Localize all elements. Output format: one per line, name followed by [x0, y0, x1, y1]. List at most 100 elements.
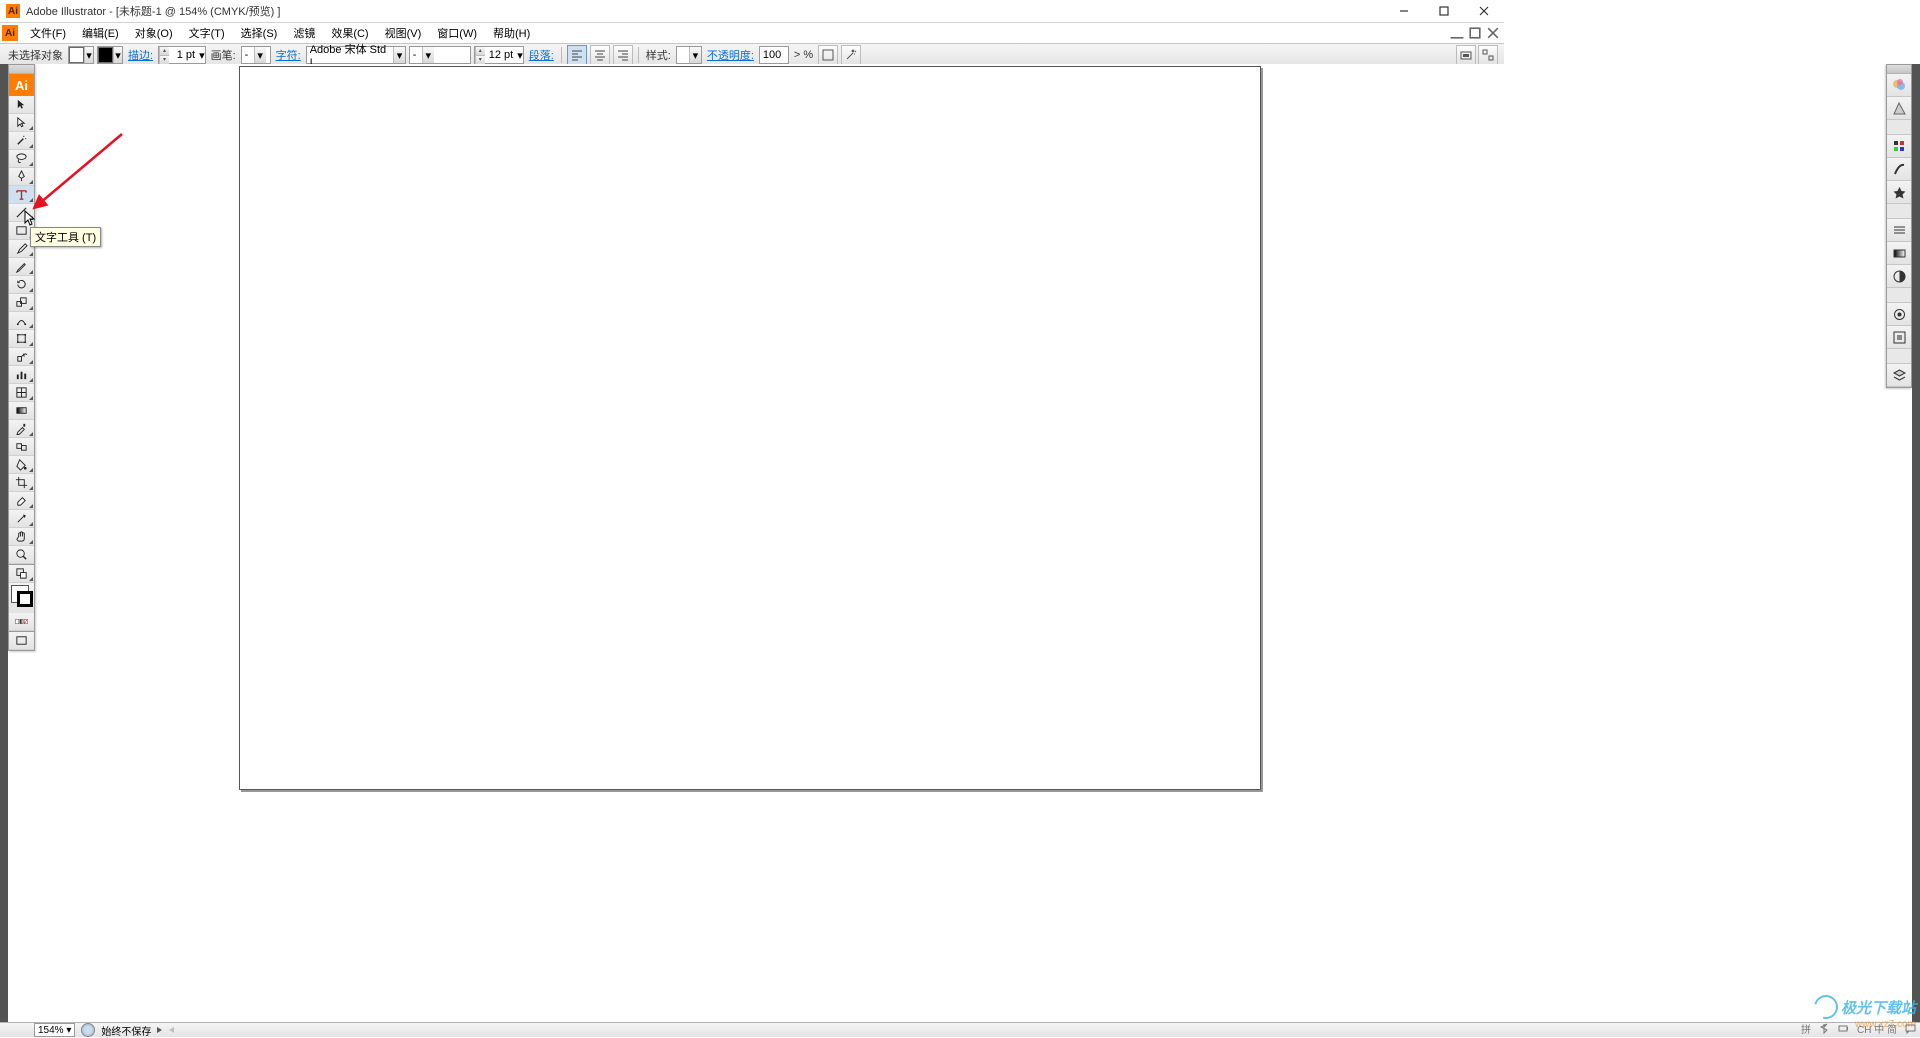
right-dock-rail[interactable] [1912, 64, 1920, 1023]
document-setup-button[interactable] [1456, 45, 1476, 65]
opacity-link[interactable]: 不透明度: [705, 47, 756, 63]
mouse-cursor [24, 210, 38, 228]
window-title: Adobe Illustrator - [未标题-1 @ 154% (CMYK/… [26, 3, 1384, 19]
type-tool[interactable] [9, 186, 34, 204]
artboard-tool[interactable] [9, 565, 34, 583]
menu-select[interactable]: 选择(S) [233, 23, 286, 43]
opacity-input[interactable]: 100 [759, 46, 789, 64]
mesh-tool[interactable] [9, 384, 34, 402]
symbol-sprayer-tool[interactable] [9, 348, 34, 366]
color-mode-row[interactable] [9, 613, 34, 631]
rotate-tool[interactable] [9, 276, 34, 294]
watermark-logo-icon [1810, 991, 1843, 1024]
menu-view[interactable]: 视图(V) [377, 23, 430, 43]
screen-mode-button[interactable] [9, 632, 34, 650]
align-right-button[interactable] [613, 45, 633, 65]
font-family-combo[interactable]: Adobe 宋体 Std L▾ [306, 46, 406, 64]
tray-bluetooth-icon[interactable] [1819, 1023, 1830, 1034]
doc-minimize-button[interactable] [1449, 25, 1465, 41]
tray-notification-icon[interactable] [1905, 1023, 1916, 1034]
symbols-panel-button[interactable] [1887, 181, 1911, 204]
tray-battery-icon[interactable] [1838, 1023, 1849, 1034]
eyedropper-tool[interactable] [9, 420, 34, 438]
canvas[interactable] [34, 64, 1886, 1023]
character-link[interactable]: 字符: [274, 47, 303, 63]
brush-combo[interactable]: -▾ [241, 46, 271, 64]
toolbox-grip[interactable] [9, 65, 34, 74]
pen-tool[interactable] [9, 168, 34, 186]
stroke-swatch-combo[interactable]: ▾ [97, 46, 123, 64]
eraser-tool[interactable] [9, 492, 34, 510]
zoom-tool[interactable] [9, 546, 34, 564]
menu-file[interactable]: 文件(F) [22, 23, 74, 43]
warp-tool[interactable] [9, 312, 34, 330]
color-guide-panel-button[interactable] [1887, 97, 1911, 120]
menu-object[interactable]: 对象(O) [127, 23, 181, 43]
menu-window[interactable]: 窗口(W) [429, 23, 485, 43]
preferences-button[interactable] [1478, 45, 1498, 65]
isolate-blending-button[interactable] [818, 45, 838, 65]
lasso-tool[interactable] [9, 150, 34, 168]
magic-wand-tool[interactable] [9, 132, 34, 150]
font-style-combo[interactable]: -▾ [409, 46, 471, 64]
menu-filter[interactable]: 滤镜 [285, 23, 323, 43]
scale-tool[interactable] [9, 294, 34, 312]
font-size-input[interactable]: ▴▾12 pt▾ [474, 46, 524, 64]
fill-stroke-control[interactable] [9, 583, 34, 613]
layers-panel-button[interactable] [1887, 364, 1911, 387]
minimize-button[interactable] [1384, 0, 1424, 22]
align-center-button[interactable] [590, 45, 610, 65]
menu-type[interactable]: 文字(T) [181, 23, 233, 43]
brush-label: 画笔: [209, 47, 238, 63]
selection-tool[interactable] [9, 96, 34, 114]
pencil-tool[interactable] [9, 258, 34, 276]
appearance-panel-button[interactable] [1887, 303, 1911, 326]
toolbox: Ai [8, 64, 35, 651]
left-dock-rail[interactable] [0, 64, 8, 1023]
align-left-button[interactable] [567, 45, 587, 65]
swatches-panel-button[interactable] [1887, 135, 1911, 158]
stroke-weight-input[interactable]: ▴▾1 pt▾ [158, 46, 206, 64]
close-button[interactable] [1464, 0, 1504, 22]
live-paint-bucket-tool[interactable] [9, 456, 34, 474]
transparency-panel-button[interactable] [1887, 265, 1911, 288]
fill-swatch-combo[interactable]: ▾ [68, 46, 94, 64]
free-transform-tool[interactable] [9, 330, 34, 348]
tray-ime-icon[interactable]: 拼 [1801, 1021, 1811, 1036]
zoom-level-combo[interactable]: 154% ▾ [34, 1023, 75, 1037]
gradient-panel-button[interactable] [1887, 242, 1911, 265]
doc-close-button[interactable] [1485, 25, 1501, 41]
column-graph-tool[interactable] [9, 366, 34, 384]
direct-selection-tool[interactable] [9, 114, 34, 132]
tray-lang-indicator[interactable]: CH 中 简 [1857, 1021, 1897, 1036]
opacity-unit: > % [792, 49, 815, 61]
version-cue-icon[interactable] [81, 1023, 95, 1037]
stroke-link[interactable]: 描边: [126, 47, 155, 63]
color-panel-button[interactable] [1887, 74, 1911, 97]
menu-effect[interactable]: 效果(C) [323, 23, 376, 43]
blend-tool[interactable] [9, 438, 34, 456]
graphic-styles-panel-button[interactable] [1887, 326, 1911, 349]
menu-app-icon[interactable]: Ai [2, 25, 18, 41]
brushes-panel-button[interactable] [1887, 158, 1911, 181]
gradient-tool[interactable] [9, 402, 34, 420]
menu-edit[interactable]: 编辑(E) [74, 23, 127, 43]
type-tool-tooltip: 文字工具 (T) [30, 227, 101, 247]
slice-tool[interactable] [9, 510, 34, 528]
app-icon: Ai [6, 4, 20, 18]
status-bar: 154% ▾ 始终不保存 [0, 1022, 1920, 1037]
magic-wand-button[interactable] [841, 45, 861, 65]
artboard [239, 66, 1261, 790]
style-label: 样式: [644, 47, 673, 63]
crop-area-tool[interactable] [9, 474, 34, 492]
doc-restore-button[interactable] [1467, 25, 1483, 41]
navigator-controls[interactable] [157, 1025, 174, 1036]
maximize-button[interactable] [1424, 0, 1464, 22]
system-tray: 拼 CH 中 简 [1801, 1021, 1916, 1036]
graphic-style-combo[interactable]: ▾ [676, 46, 702, 64]
stroke-panel-button[interactable] [1887, 219, 1911, 242]
menu-help[interactable]: 帮助(H) [485, 23, 538, 43]
hand-tool[interactable] [9, 528, 34, 546]
panel-dock-grip[interactable] [1887, 65, 1911, 74]
paragraph-link[interactable]: 段落: [527, 47, 556, 63]
